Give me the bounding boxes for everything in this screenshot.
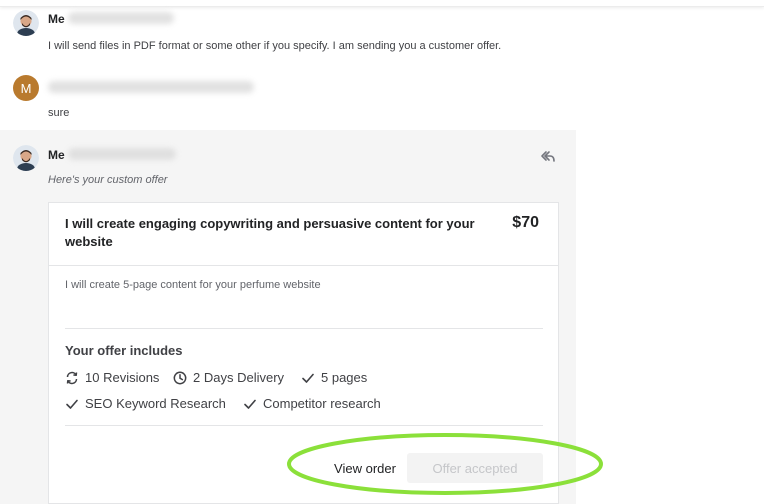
feature-delivery: 2 Days Delivery xyxy=(173,370,284,385)
offer-card: I will create engaging copywriting and p… xyxy=(48,202,559,504)
sender-name: Me xyxy=(48,12,65,26)
clock-icon xyxy=(173,371,187,384)
check-icon xyxy=(66,399,78,409)
redacted-sender-name xyxy=(48,81,254,93)
feature-label: 10 Revisions xyxy=(85,370,160,385)
divider xyxy=(65,425,543,426)
feature-label: 2 Days Delivery xyxy=(193,370,285,385)
offer-accepted-button: Offer accepted xyxy=(407,453,543,483)
feature-label: 5 pages xyxy=(321,370,368,385)
feature-revisions: 10 Revisions xyxy=(65,370,159,385)
avatar[interactable] xyxy=(13,145,39,171)
avatar[interactable]: M xyxy=(13,75,39,101)
offer-price: $70 xyxy=(512,214,539,231)
feature-label: SEO Keyword Research xyxy=(85,396,226,411)
feature-competitor-research: Competitor research xyxy=(243,396,381,411)
message-text: sure xyxy=(48,107,70,119)
check-icon xyxy=(302,373,314,383)
refresh-icon xyxy=(66,371,78,384)
offer-includes-heading: Your offer includes xyxy=(65,343,183,358)
view-order-button[interactable]: View order xyxy=(325,458,405,478)
offer-card-header: I will create engaging copywriting and p… xyxy=(49,203,558,266)
offer-intro-text: Here's your custom offer xyxy=(48,174,168,186)
divider xyxy=(65,328,543,329)
offer-title: I will create engaging copywriting and p… xyxy=(65,216,475,249)
redacted-username xyxy=(68,12,174,24)
feature-seo-research: SEO Keyword Research xyxy=(65,396,226,411)
feature-pages: 5 pages xyxy=(301,370,367,385)
top-header-edge xyxy=(0,0,764,7)
message-text: I will send files in PDF format or some … xyxy=(48,40,502,52)
offer-description: I will create 5-page content for your pe… xyxy=(65,279,321,291)
reply-arrow-icon[interactable] xyxy=(540,150,556,164)
avatar[interactable] xyxy=(13,10,39,36)
redacted-username xyxy=(68,148,176,160)
sender-name: Me xyxy=(48,148,65,162)
feature-label: Competitor research xyxy=(263,396,381,411)
check-icon xyxy=(244,399,256,409)
